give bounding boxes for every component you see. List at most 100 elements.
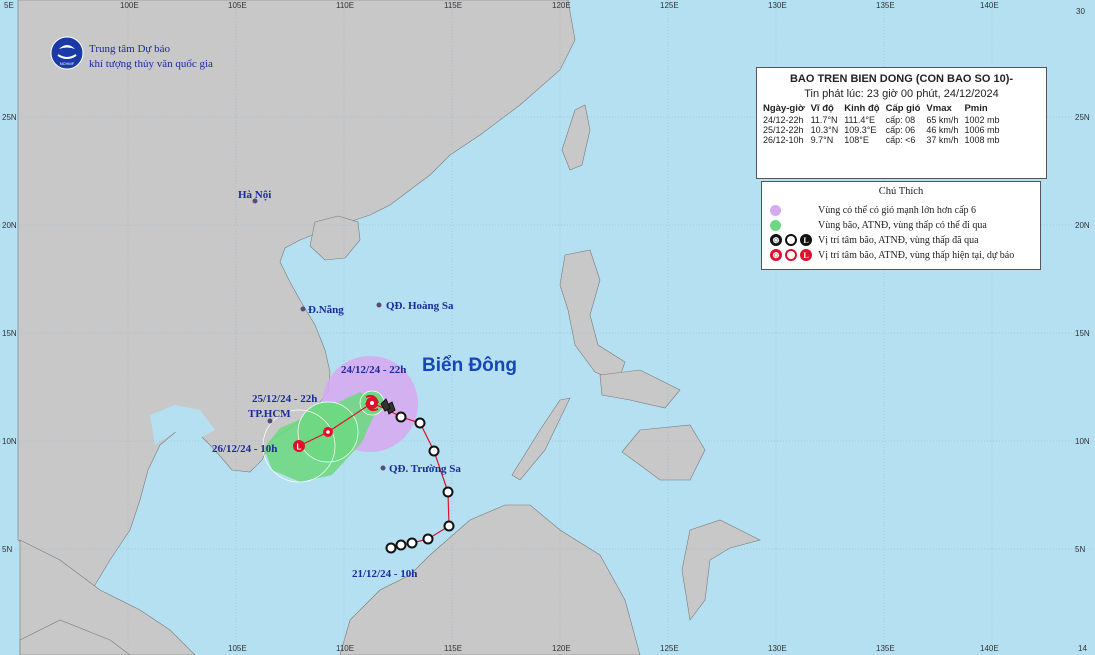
past-position-marker <box>443 520 455 532</box>
table-cell: 11.7°N <box>810 115 838 125</box>
lat-label-right: 20N <box>1075 221 1090 230</box>
track-label-current: 24/12/24 - 22h <box>341 364 406 376</box>
map-legend: Chú Thích Vùng có thể có gió mạnh lớn hơ… <box>761 181 1041 270</box>
legend-item-label: Vị trí tâm bão, ATNĐ, vùng thấp hiện tại… <box>818 249 1015 261</box>
past-low-legend-icon: L <box>800 234 812 246</box>
table-cell: 1002 mb <box>964 115 1000 125</box>
lon-label-top: 110E <box>336 1 354 10</box>
table-cell: 1006 mb <box>964 125 1000 135</box>
table-cell: 26/12-10h <box>763 135 804 145</box>
header-cell: Kinh độ <box>844 103 880 114</box>
legend-item-wind-zone: Vùng có thể có gió mạnh lớn hơn cấp 6 <box>770 203 976 217</box>
center-name: Trung tâm Dự báo khí tượng thủy văn quốc… <box>89 42 213 72</box>
lat-label-left: 20N <box>2 221 17 230</box>
table-cell: 65 km/h <box>926 115 959 125</box>
lat-label-corner: 30 <box>1076 7 1085 16</box>
lon-label-bottom: 110E <box>336 644 354 653</box>
truongsa-marker <box>380 465 386 471</box>
bulletin-issued-time: Tin phát lúc: 23 giờ 00 phút, 24/12/2024 <box>804 88 999 100</box>
lon-label-top: 135E <box>876 1 895 10</box>
track-label-forecast-1: 25/12/24 - 22h <box>252 393 317 405</box>
hoangsa-marker <box>376 302 382 308</box>
past-position-marker <box>395 411 407 423</box>
forecast-position-2: L <box>293 440 305 452</box>
forecast-table-header: Ngày-giờ Vĩ độ Kinh độ Cấp gió Vmax Pmin <box>763 103 1005 115</box>
table-cell: 25/12-22h <box>763 125 804 135</box>
past-position-marker <box>442 486 454 498</box>
lon-label-bottom: 135E <box>876 644 895 653</box>
table-cell: 46 km/h <box>926 125 959 135</box>
place-label-truongsa: QĐ. Trường Sa <box>389 463 461 475</box>
lat-label-left: 15N <box>2 329 17 338</box>
table-row: 26/12-10h 9.7°N 108°E cấp: <6 37 km/h 10… <box>763 135 1005 145</box>
bulletin-info-box: BAO TREN BIEN DONG (CON BAO SO 10)- Tin … <box>756 67 1047 179</box>
bulletin-title: BAO TREN BIEN DONG (CON BAO SO 10)- <box>789 73 1014 85</box>
wind-zone-swatch-icon <box>770 204 781 216</box>
lon-label-top: 140E <box>980 1 999 10</box>
lat-label-right: 5N <box>1075 545 1085 554</box>
table-cell: 1008 mb <box>964 135 1000 145</box>
legend-item-label: Vị trí tâm bão, ATNĐ, vùng thấp đã qua <box>818 234 979 246</box>
lon-label-corner: 5E <box>4 1 14 10</box>
header-cell: Pmin <box>964 103 988 114</box>
place-label-hcm: TP.HCM <box>248 408 291 420</box>
lon-label-top: 105E <box>228 1 247 10</box>
past-position-marker <box>406 537 418 549</box>
table-cell: 108°E <box>844 135 869 145</box>
legend-item-cone: Vùng bão, ATNĐ, vùng thấp có thể đi qua <box>770 218 987 232</box>
track-label-forecast-2: 26/12/24 - 10h <box>212 443 277 455</box>
past-storm-legend-icon: ֍ <box>770 234 782 246</box>
lon-label-bottom: 140E <box>980 644 999 653</box>
lon-label-top: 115E <box>444 1 462 10</box>
place-label-hoangsa: QĐ. Hoàng Sa <box>386 300 454 312</box>
lat-label-left: 10N <box>2 437 17 446</box>
legend-title: Chú Thích <box>878 186 924 197</box>
lat-label-corner-bottom: 14 <box>1078 644 1087 653</box>
past-position-marker <box>414 417 426 429</box>
lat-label-left: 25N <box>2 113 17 122</box>
cone-swatch-icon <box>770 219 781 231</box>
past-position-marker <box>422 533 434 545</box>
center-name-line-1: Trung tâm Dự báo <box>89 43 171 55</box>
track-label-origin: 21/12/24 - 10h <box>352 568 417 580</box>
table-cell: 37 km/h <box>926 135 959 145</box>
table-cell: cấp: <6 <box>885 135 916 145</box>
danang-marker <box>300 306 306 312</box>
lon-label-bottom: 125E <box>660 644 679 653</box>
center-name-line-2: khí tượng thủy văn quốc gia <box>89 58 213 70</box>
table-row: 24/12-22h 11.7°N 111.4°E cấp: 08 65 km/h… <box>763 115 1005 125</box>
header-cell: Vĩ độ <box>810 103 834 114</box>
table-row: 25/12-22h 10.3°N 109.3°E cấp: 06 46 km/h… <box>763 125 1005 135</box>
lon-label-bottom: 120E <box>552 644 571 653</box>
place-label-hanoi: Hà Nội <box>238 189 271 201</box>
lon-label-bottom: 105E <box>228 644 247 653</box>
sea-label: Biển Đông <box>422 355 517 376</box>
table-cell: 111.4°E <box>844 115 876 125</box>
current-storm-legend-icon: ֍ <box>770 249 782 261</box>
past-depression-legend-icon <box>785 234 797 246</box>
lon-label-top: 130E <box>768 1 787 10</box>
legend-item-label: Vùng có thể có gió mạnh lớn hơn cấp 6 <box>818 204 977 216</box>
table-cell: 10.3°N <box>810 125 839 135</box>
lon-label-top: 120E <box>552 1 571 10</box>
storm-eye-icon <box>370 401 374 405</box>
current-low-legend-icon: L <box>800 249 812 261</box>
forecast-low-letter-icon: L <box>297 443 302 452</box>
lon-label-top: 100E <box>120 1 139 10</box>
nchmf-logo-icon: NCHMF <box>50 36 84 70</box>
legend-item-past: ֍ L Vị trí tâm bão, ATNĐ, vùng thấp đã q… <box>770 233 979 247</box>
lat-label-right: 15N <box>1075 329 1090 338</box>
forecast-depression-eye-icon <box>326 430 330 434</box>
table-cell: cấp: 06 <box>885 125 916 135</box>
lon-label-bottom: 130E <box>768 644 787 653</box>
lat-label-right: 25N <box>1075 113 1090 122</box>
past-position-marker <box>385 542 397 554</box>
lon-label-bottom: 115E <box>444 644 462 653</box>
forecast-table: Ngày-giờ Vĩ độ Kinh độ Cấp gió Vmax Pmin… <box>763 103 1005 145</box>
table-cell: 9.7°N <box>810 135 834 145</box>
lon-label-top: 125E <box>660 1 679 10</box>
table-cell: cấp: 08 <box>885 115 916 125</box>
past-position-marker <box>428 445 440 457</box>
legend-item-current: ֍ L Vị trí tâm bão, ATNĐ, vùng thấp hiện… <box>770 248 1014 262</box>
current-depression-legend-icon <box>785 249 797 261</box>
